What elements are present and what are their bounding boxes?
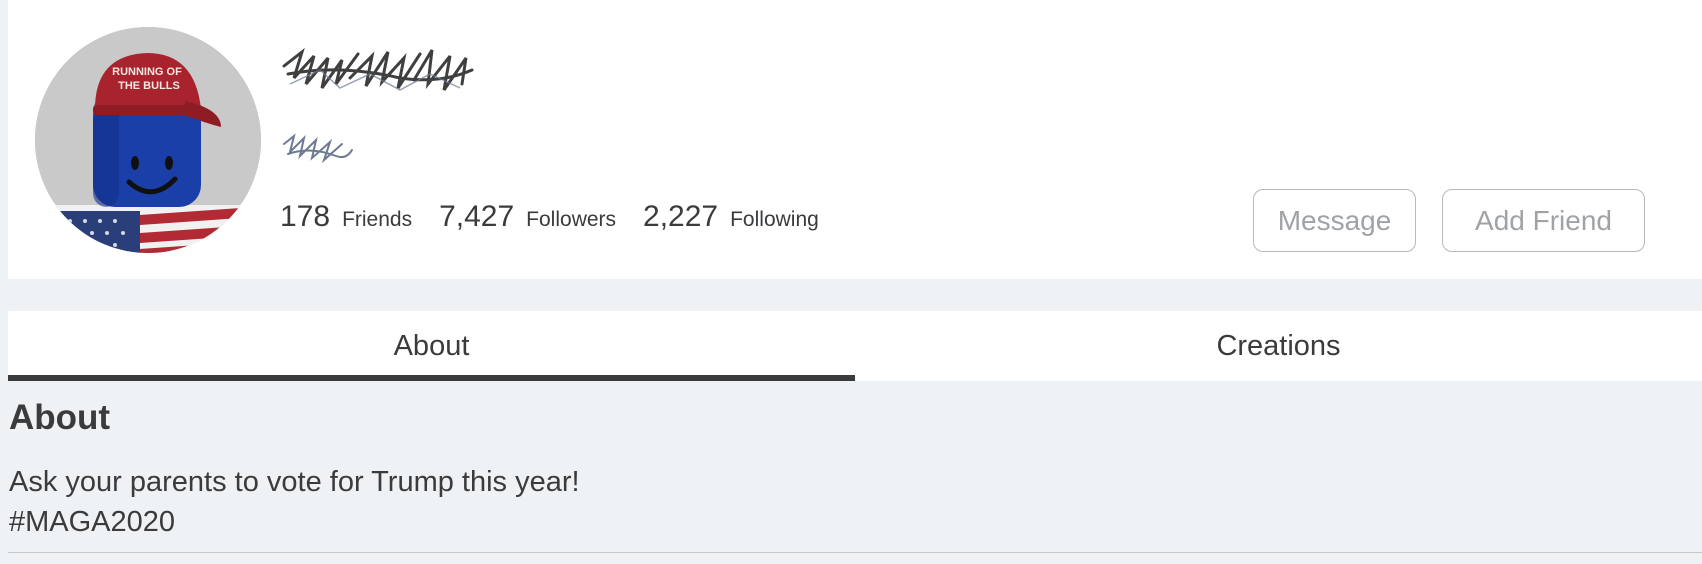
tab-about-label: About — [393, 329, 470, 362]
followers-count: 7,427 — [439, 200, 515, 233]
followers-label: Followers — [526, 208, 617, 231]
active-tab-indicator — [8, 375, 855, 381]
following-label: Following — [730, 208, 819, 231]
tab-about[interactable]: About — [8, 311, 855, 381]
profile-header-card: RUNNING OF THE BULLS 178 Friends 7,427 F… — [8, 0, 1702, 279]
avatar-image: RUNNING OF THE BULLS — [35, 27, 261, 253]
friends-label: Friends — [342, 208, 413, 231]
hat-text-line2: THE BULLS — [118, 80, 180, 92]
about-bio-line-1: Ask your parents to vote for Trump this … — [9, 466, 580, 498]
following-stat[interactable]: 2,227 Following — [643, 200, 819, 234]
about-heading: About — [9, 398, 111, 437]
friends-stat[interactable]: 178 Friends — [280, 200, 412, 234]
tab-creations[interactable]: Creations — [855, 311, 1702, 381]
add-friend-button[interactable]: Add Friend — [1442, 189, 1645, 252]
tab-creations-label: Creations — [1216, 329, 1341, 362]
avatar[interactable]: RUNNING OF THE BULLS — [35, 27, 261, 253]
profile-stats: 178 Friends 7,427 Followers 2,227 Follow… — [280, 200, 846, 234]
friends-count: 178 — [280, 200, 331, 233]
profile-tabs: About Creations — [8, 311, 1702, 381]
about-bio: Ask your parents to vote for Trump this … — [9, 462, 580, 542]
following-count: 2,227 — [643, 200, 719, 233]
redacted-username-scribble — [282, 47, 474, 91]
redacted-displayname-scribble — [283, 133, 353, 164]
message-button[interactable]: Message — [1253, 189, 1416, 252]
hat-text-line1: RUNNING OF — [112, 66, 182, 78]
followers-stat[interactable]: 7,427 Followers — [439, 200, 616, 234]
about-bio-line-2: #MAGA2020 — [9, 506, 176, 538]
divider — [8, 552, 1702, 553]
